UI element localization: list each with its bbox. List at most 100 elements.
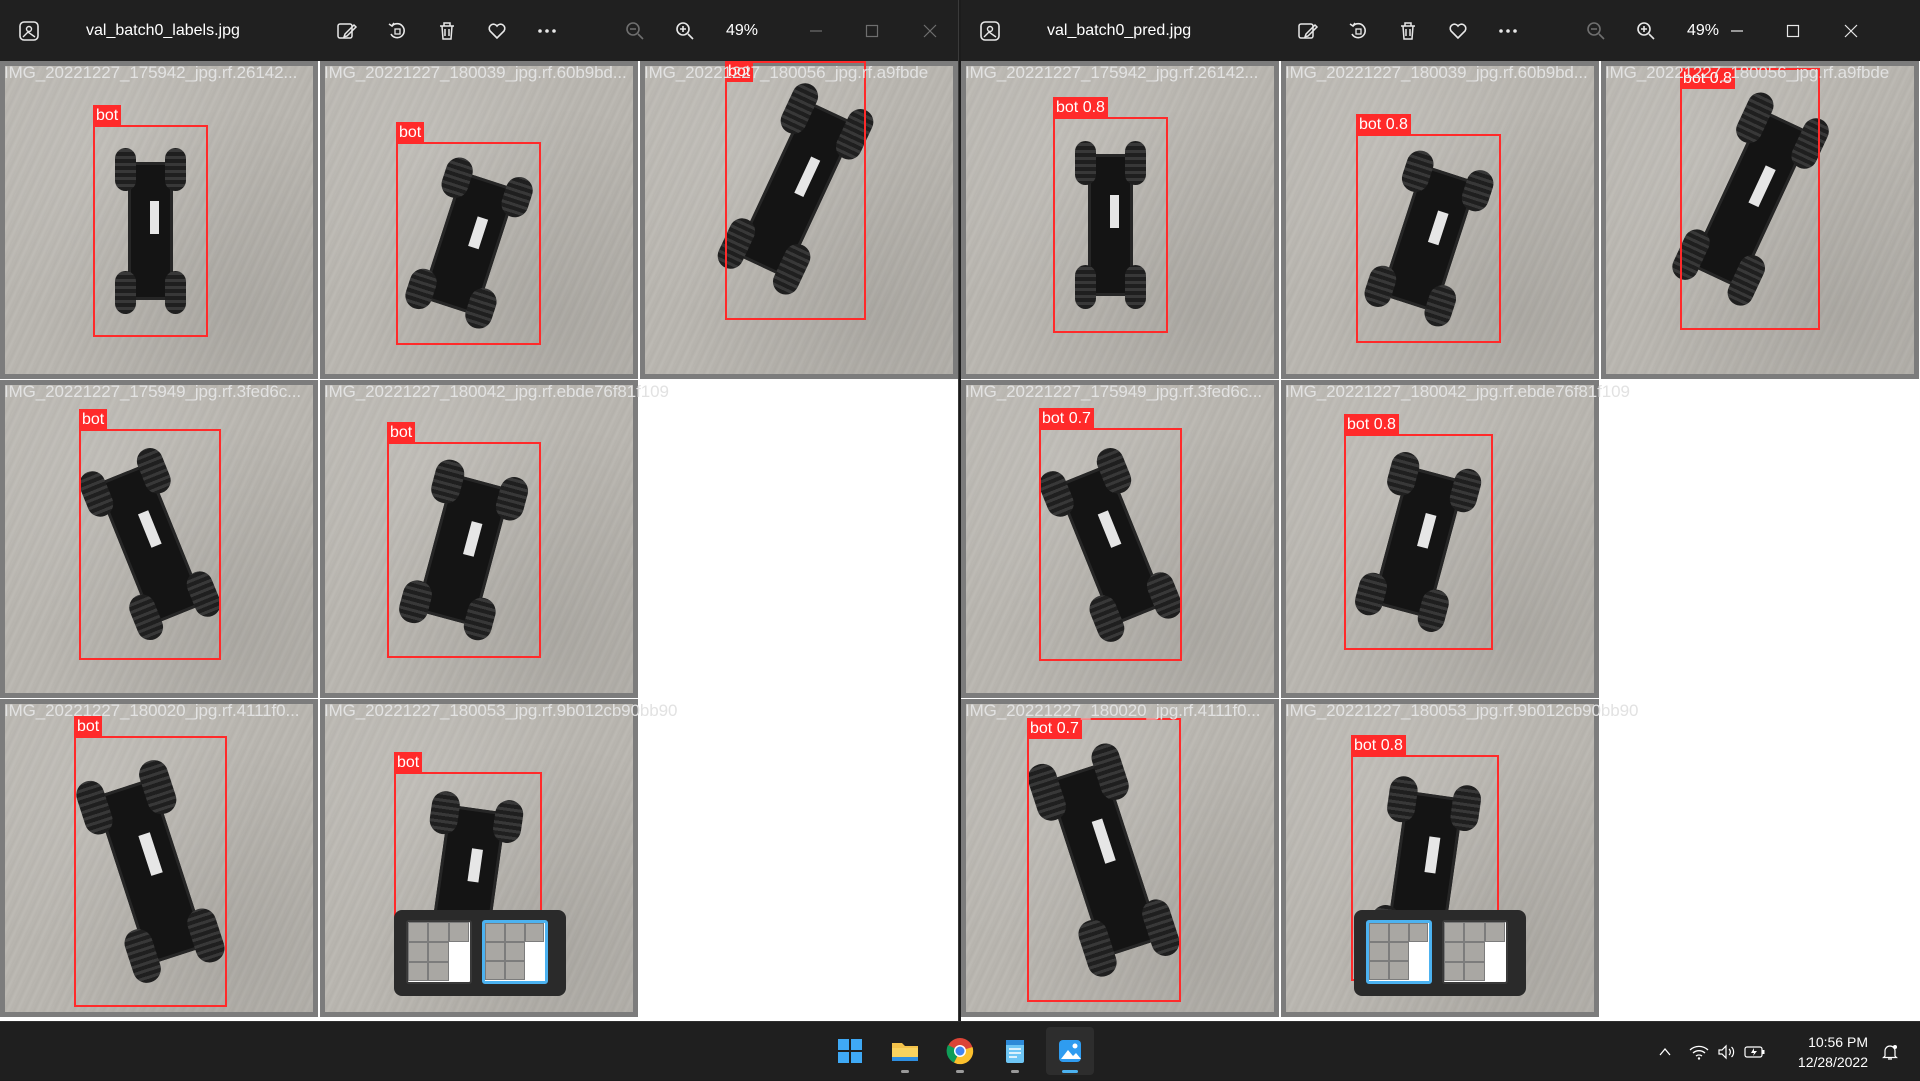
filmstrip (1354, 910, 1526, 996)
bounding-box-label: bot 0.8 (1680, 68, 1735, 89)
maximize-icon[interactable] (852, 0, 892, 61)
thumbnail-cell (485, 942, 505, 962)
delete-icon[interactable] (427, 0, 467, 61)
bounding-box-label: bot 0.8 (1351, 735, 1406, 756)
thumbnail-cell (1444, 922, 1465, 942)
bounding-box-label: bot (93, 105, 122, 126)
bounding-box: bot (396, 122, 541, 345)
title-bar: val_batch0_pred.jpg 49% (961, 0, 1920, 61)
chevron-up-icon[interactable] (1652, 1022, 1678, 1081)
bounding-box: bot 0.8 (1053, 97, 1168, 333)
bounding-box-label: bot (74, 716, 103, 737)
image-canvas[interactable]: bot 0.8 bot 0.8 bot 0.8 bot 0.7 bot 0.8 bot 0… (961, 61, 1920, 1021)
bounding-box-label: bot 0.8 (1053, 97, 1108, 118)
mosaic-tile: bot (320, 380, 638, 698)
mosaic-tile: bot (0, 61, 318, 379)
more-icon[interactable] (527, 0, 567, 61)
photos-window-pred: val_batch0_pred.jpg 49% bot 0.8 bot 0.8 … (961, 0, 1920, 1021)
maximize-icon[interactable] (1773, 0, 1813, 61)
filmstrip-thumbnail[interactable] (1366, 920, 1432, 984)
thumbnail-cell (1369, 923, 1389, 943)
app-photos-icon[interactable] (973, 0, 1007, 61)
mosaic-tile: bot (320, 61, 638, 379)
bounding-box-label: bot (79, 409, 108, 430)
thumbnail-cell (408, 941, 429, 962)
wifi-icon[interactable] (1686, 1022, 1712, 1081)
zoom-out-icon[interactable] (615, 0, 655, 61)
file-explorer-icon[interactable] (881, 1027, 929, 1075)
thumbnail-cell (1484, 922, 1506, 942)
thumbnail-cell (485, 923, 505, 943)
bounding-box-label: bot 0.8 (1344, 414, 1399, 435)
photos-icon[interactable] (1046, 1027, 1094, 1075)
thumbnail-cell (1388, 961, 1409, 981)
thumbnail-cell (504, 961, 525, 981)
close-icon[interactable] (1831, 0, 1871, 61)
mosaic-tile: bot 0.8 (1281, 61, 1599, 379)
mosaic-tile: bot 0.8 (961, 61, 1279, 379)
mosaic-tile: bot 0.7 (961, 699, 1279, 1017)
system-clock[interactable]: 10:56 PM 12/28/2022 (1798, 1032, 1868, 1072)
thumbnail-cell (1444, 941, 1465, 962)
notepad-icon[interactable] (991, 1027, 1039, 1075)
filmstrip-thumbnail[interactable] (482, 920, 548, 984)
thumbnail-cell (1369, 942, 1389, 962)
bounding-box: bot 0.8 (1680, 68, 1820, 330)
thumbnail-cell (408, 961, 429, 982)
mosaic-tile: bot 0.7 (961, 380, 1279, 698)
bounding-box: bot (93, 105, 208, 337)
zoom-in-icon[interactable] (1626, 0, 1666, 61)
mosaic-tile: bot 0.8 (1601, 61, 1919, 379)
chrome-icon[interactable] (936, 1027, 984, 1075)
app-photos-icon[interactable] (12, 0, 46, 61)
zoom-out-icon[interactable] (1576, 0, 1616, 61)
photos-window-labels: val_batch0_labels.jpg 49% bot bot bot bo… (0, 0, 959, 1021)
thumbnail-cell (428, 961, 449, 982)
zoom-level: 49% (725, 21, 759, 39)
edit-image-icon[interactable] (327, 0, 367, 61)
thumbnail-cell (428, 922, 449, 942)
filmstrip-thumbnail[interactable] (406, 920, 472, 984)
thumbnail-cell (504, 942, 525, 962)
taskbar: 10:56 PM 12/28/2022 (0, 1021, 1920, 1080)
start-windows-icon[interactable] (826, 1027, 874, 1075)
image-canvas[interactable]: bot bot bot bot bot bot bot IMG_20221227_175942… (0, 61, 958, 1021)
thumbnail-cell (1388, 923, 1409, 943)
edit-image-icon[interactable] (1288, 0, 1328, 61)
thumbnail-cell (1408, 923, 1429, 943)
delete-icon[interactable] (1388, 0, 1428, 61)
bounding-box-label: bot 0.7 (1027, 718, 1082, 739)
favorite-heart-icon[interactable] (1438, 0, 1478, 61)
thumbnail-cell (408, 922, 429, 942)
bounding-box-label: bot (725, 61, 754, 82)
minimize-icon[interactable] (1717, 0, 1757, 61)
thumbnail-cell (1464, 941, 1485, 962)
rotate-icon[interactable] (1338, 0, 1378, 61)
bounding-box: bot 0.7 (1027, 718, 1181, 1002)
clock-date: 12/28/2022 (1797, 1054, 1868, 1070)
clock-time: 10:56 PM (1808, 1034, 1868, 1050)
bounding-box: bot (725, 61, 866, 320)
filmstrip (394, 910, 566, 996)
bounding-box: bot 0.7 (1039, 408, 1182, 661)
minimize-icon[interactable] (796, 0, 836, 61)
favorite-heart-icon[interactable] (477, 0, 517, 61)
thumbnail-cell (485, 961, 505, 981)
notification-bell-icon[interactable] (1876, 1022, 1904, 1081)
volume-icon[interactable] (1714, 1022, 1740, 1081)
rotate-icon[interactable] (377, 0, 417, 61)
thumbnail-cell (1388, 942, 1409, 962)
filmstrip-thumbnail[interactable] (1442, 920, 1508, 984)
bounding-box-label: bot (394, 752, 423, 773)
thumbnail-cell (448, 922, 470, 942)
more-icon[interactable] (1488, 0, 1528, 61)
zoom-in-icon[interactable] (665, 0, 705, 61)
close-icon[interactable] (910, 0, 950, 61)
thumbnail-cell (1464, 922, 1485, 942)
title-bar: val_batch0_labels.jpg 49% (0, 0, 958, 61)
bounding-box: bot (79, 409, 221, 660)
thumbnail-cell (1464, 961, 1485, 982)
thumbnail-cell (524, 923, 545, 943)
mosaic-tile: bot 0.8 (1281, 380, 1599, 698)
battery-icon[interactable] (1742, 1022, 1768, 1081)
